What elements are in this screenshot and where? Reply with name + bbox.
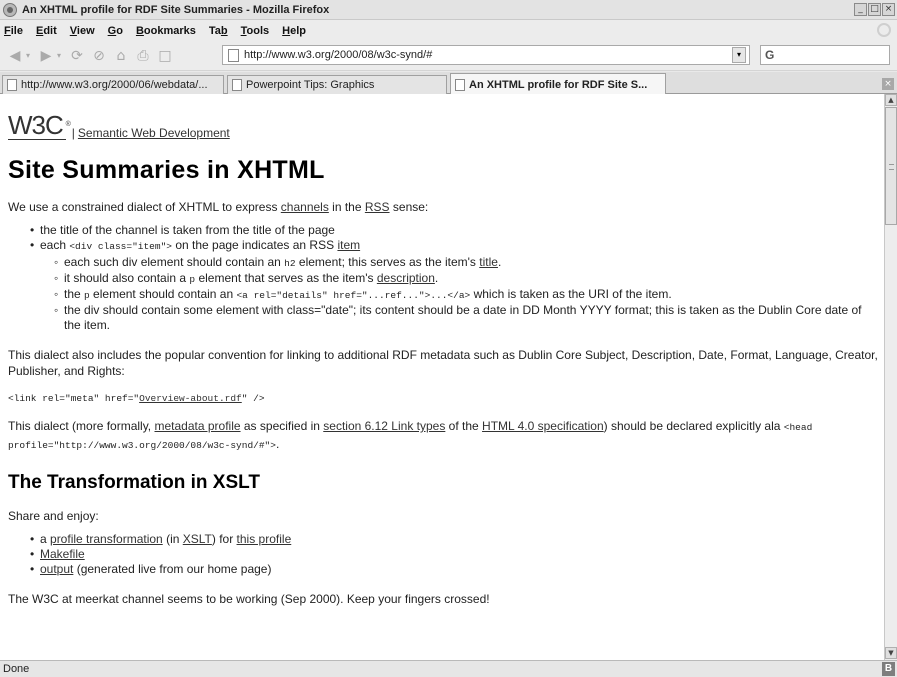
sub-list: each such div element should contain an … [54, 255, 878, 333]
firefox-icon [3, 2, 17, 17]
resources-list: a profile transformation (in XSLT) for t… [30, 532, 878, 577]
overview-about-link[interactable]: Overview-about.rdf [139, 393, 242, 404]
tab-webdata[interactable]: http://www.w3.org/2000/06/webdata/... [2, 75, 224, 94]
description-link[interactable]: description [377, 271, 435, 285]
intro-paragraph: We use a constrained dialect of XHTML to… [8, 200, 429, 214]
semantic-web-link[interactable]: Semantic Web Development [78, 126, 230, 140]
print-icon[interactable]: ⎙ [132, 45, 154, 67]
list-item: the title of the channel is taken from t… [30, 223, 878, 238]
vertical-scrollbar[interactable]: ▲ ▼ [884, 94, 897, 660]
menu-help[interactable]: Help [282, 25, 306, 37]
list-item: it should also contain a p element that … [54, 271, 878, 287]
formal-paragraph: This dialect (more formally, metadata pr… [8, 419, 813, 451]
window-controls: _ □ × [854, 3, 895, 16]
menu-go[interactable]: Go [108, 25, 123, 37]
page-title: Site Summaries in XHTML [8, 156, 325, 184]
w3c-logo[interactable]: W3C ® [8, 111, 71, 140]
rss-link[interactable]: RSS [365, 200, 390, 214]
title-bar: An XHTML profile for RDF Site Summaries … [0, 0, 897, 20]
maximize-button[interactable]: □ [868, 3, 881, 16]
tab-label: Powerpoint Tips: Graphics [246, 79, 375, 91]
menu-edit[interactable]: Edit [36, 25, 57, 37]
list-item: each <div class="item"> on the page indi… [30, 238, 878, 333]
scroll-down-icon[interactable]: ▼ [885, 647, 897, 659]
menu-file[interactable]: File [4, 25, 23, 37]
navigation-toolbar: ◀ ▾ ▶ ▾ ⟳ ⊘ ⌂ ⎙ □ http://www.w3.org/2000… [0, 41, 897, 71]
dialect-paragraph: This dialect also includes the popular c… [8, 348, 878, 378]
menu-bookmarks[interactable]: Bookmarks [136, 25, 196, 37]
status-bar: Done B [0, 660, 897, 677]
forward-arrow-icon[interactable]: ▶ [35, 45, 57, 67]
list-item: Makefile [30, 547, 878, 562]
list-item: the div should contain some element with… [54, 303, 878, 333]
this-profile-link[interactable]: this profile [237, 532, 292, 546]
menu-tools[interactable]: Tools [241, 25, 270, 37]
close-button[interactable]: × [882, 3, 895, 16]
search-engine-icon[interactable]: G [765, 48, 774, 62]
close-tab-icon[interactable]: × [882, 78, 894, 90]
home-icon[interactable]: ⌂ [110, 45, 132, 67]
link-types-section-link[interactable]: section 6.12 Link types [323, 419, 445, 433]
rules-list: the title of the channel is taken from t… [30, 223, 878, 333]
page-icon [455, 78, 465, 91]
output-link[interactable]: output [40, 562, 73, 576]
page-icon [232, 79, 242, 91]
list-item: output (generated live from our home pag… [30, 562, 878, 577]
scroll-up-icon[interactable]: ▲ [885, 94, 897, 106]
new-tab-icon[interactable]: □ [154, 45, 176, 67]
profile-transformation-link[interactable]: profile transformation [50, 532, 163, 546]
meerkat-paragraph: The W3C at meerkat channel seems to be w… [8, 592, 490, 606]
section-heading: The Transformation in XSLT [8, 472, 260, 493]
html4-spec-link[interactable]: HTML 4.0 specification [482, 419, 604, 433]
search-box[interactable]: G [760, 45, 890, 65]
stop-icon[interactable]: ⊘ [88, 45, 110, 67]
list-item: each such div element should contain an … [54, 255, 878, 271]
status-text: Done [3, 663, 30, 675]
title-link[interactable]: title [479, 255, 498, 269]
tab-bar: http://www.w3.org/2000/06/webdata/... Po… [0, 72, 897, 95]
menu-view[interactable]: View [70, 25, 95, 37]
minimize-button[interactable]: _ [854, 3, 867, 16]
makefile-link[interactable]: Makefile [40, 547, 85, 561]
page-icon [228, 48, 239, 62]
tab-label: An XHTML profile for RDF Site S... [469, 78, 648, 91]
url-text[interactable]: http://www.w3.org/2000/08/w3c-synd/# [244, 49, 432, 61]
xslt-link[interactable]: XSLT [183, 532, 212, 546]
page-icon [7, 79, 17, 91]
link-code-sample: <link rel="meta" href="Overview-about.rd… [8, 393, 265, 404]
metadata-profile-link[interactable]: metadata profile [154, 419, 240, 433]
list-item: the p element should contain an <a rel="… [54, 287, 878, 303]
menu-bar: File Edit View Go Bookmarks Tab Tools He… [0, 20, 897, 41]
url-dropdown-icon[interactable]: ▾ [732, 47, 746, 63]
throbber-icon [877, 23, 891, 37]
back-arrow-icon[interactable]: ◀ [4, 45, 26, 67]
back-dropdown-icon[interactable]: ▾ [26, 51, 35, 60]
header: W3C ® | Semantic Web Development [8, 100, 878, 140]
forward-dropdown-icon[interactable]: ▾ [57, 51, 66, 60]
scroll-thumb[interactable] [885, 107, 897, 225]
page-content: W3C ® | Semantic Web Development Site Sum… [0, 94, 884, 660]
url-bar[interactable]: http://www.w3.org/2000/08/w3c-synd/# [222, 45, 750, 65]
channels-link[interactable]: channels [281, 200, 329, 214]
share-paragraph: Share and enjoy: [8, 509, 99, 523]
status-badge[interactable]: B [882, 662, 895, 676]
reload-icon[interactable]: ⟳ [66, 45, 88, 67]
list-item: a profile transformation (in XSLT) for t… [30, 532, 878, 547]
tab-label: http://www.w3.org/2000/06/webdata/... [21, 79, 208, 91]
menu-tab[interactable]: Tab [209, 25, 228, 37]
tab-xhtml-profile[interactable]: An XHTML profile for RDF Site S... [450, 73, 666, 95]
separator: | [71, 126, 75, 140]
window-title: An XHTML profile for RDF Site Summaries … [22, 3, 330, 16]
tab-powerpoint[interactable]: Powerpoint Tips: Graphics [227, 75, 447, 94]
item-link[interactable]: item [337, 238, 360, 252]
